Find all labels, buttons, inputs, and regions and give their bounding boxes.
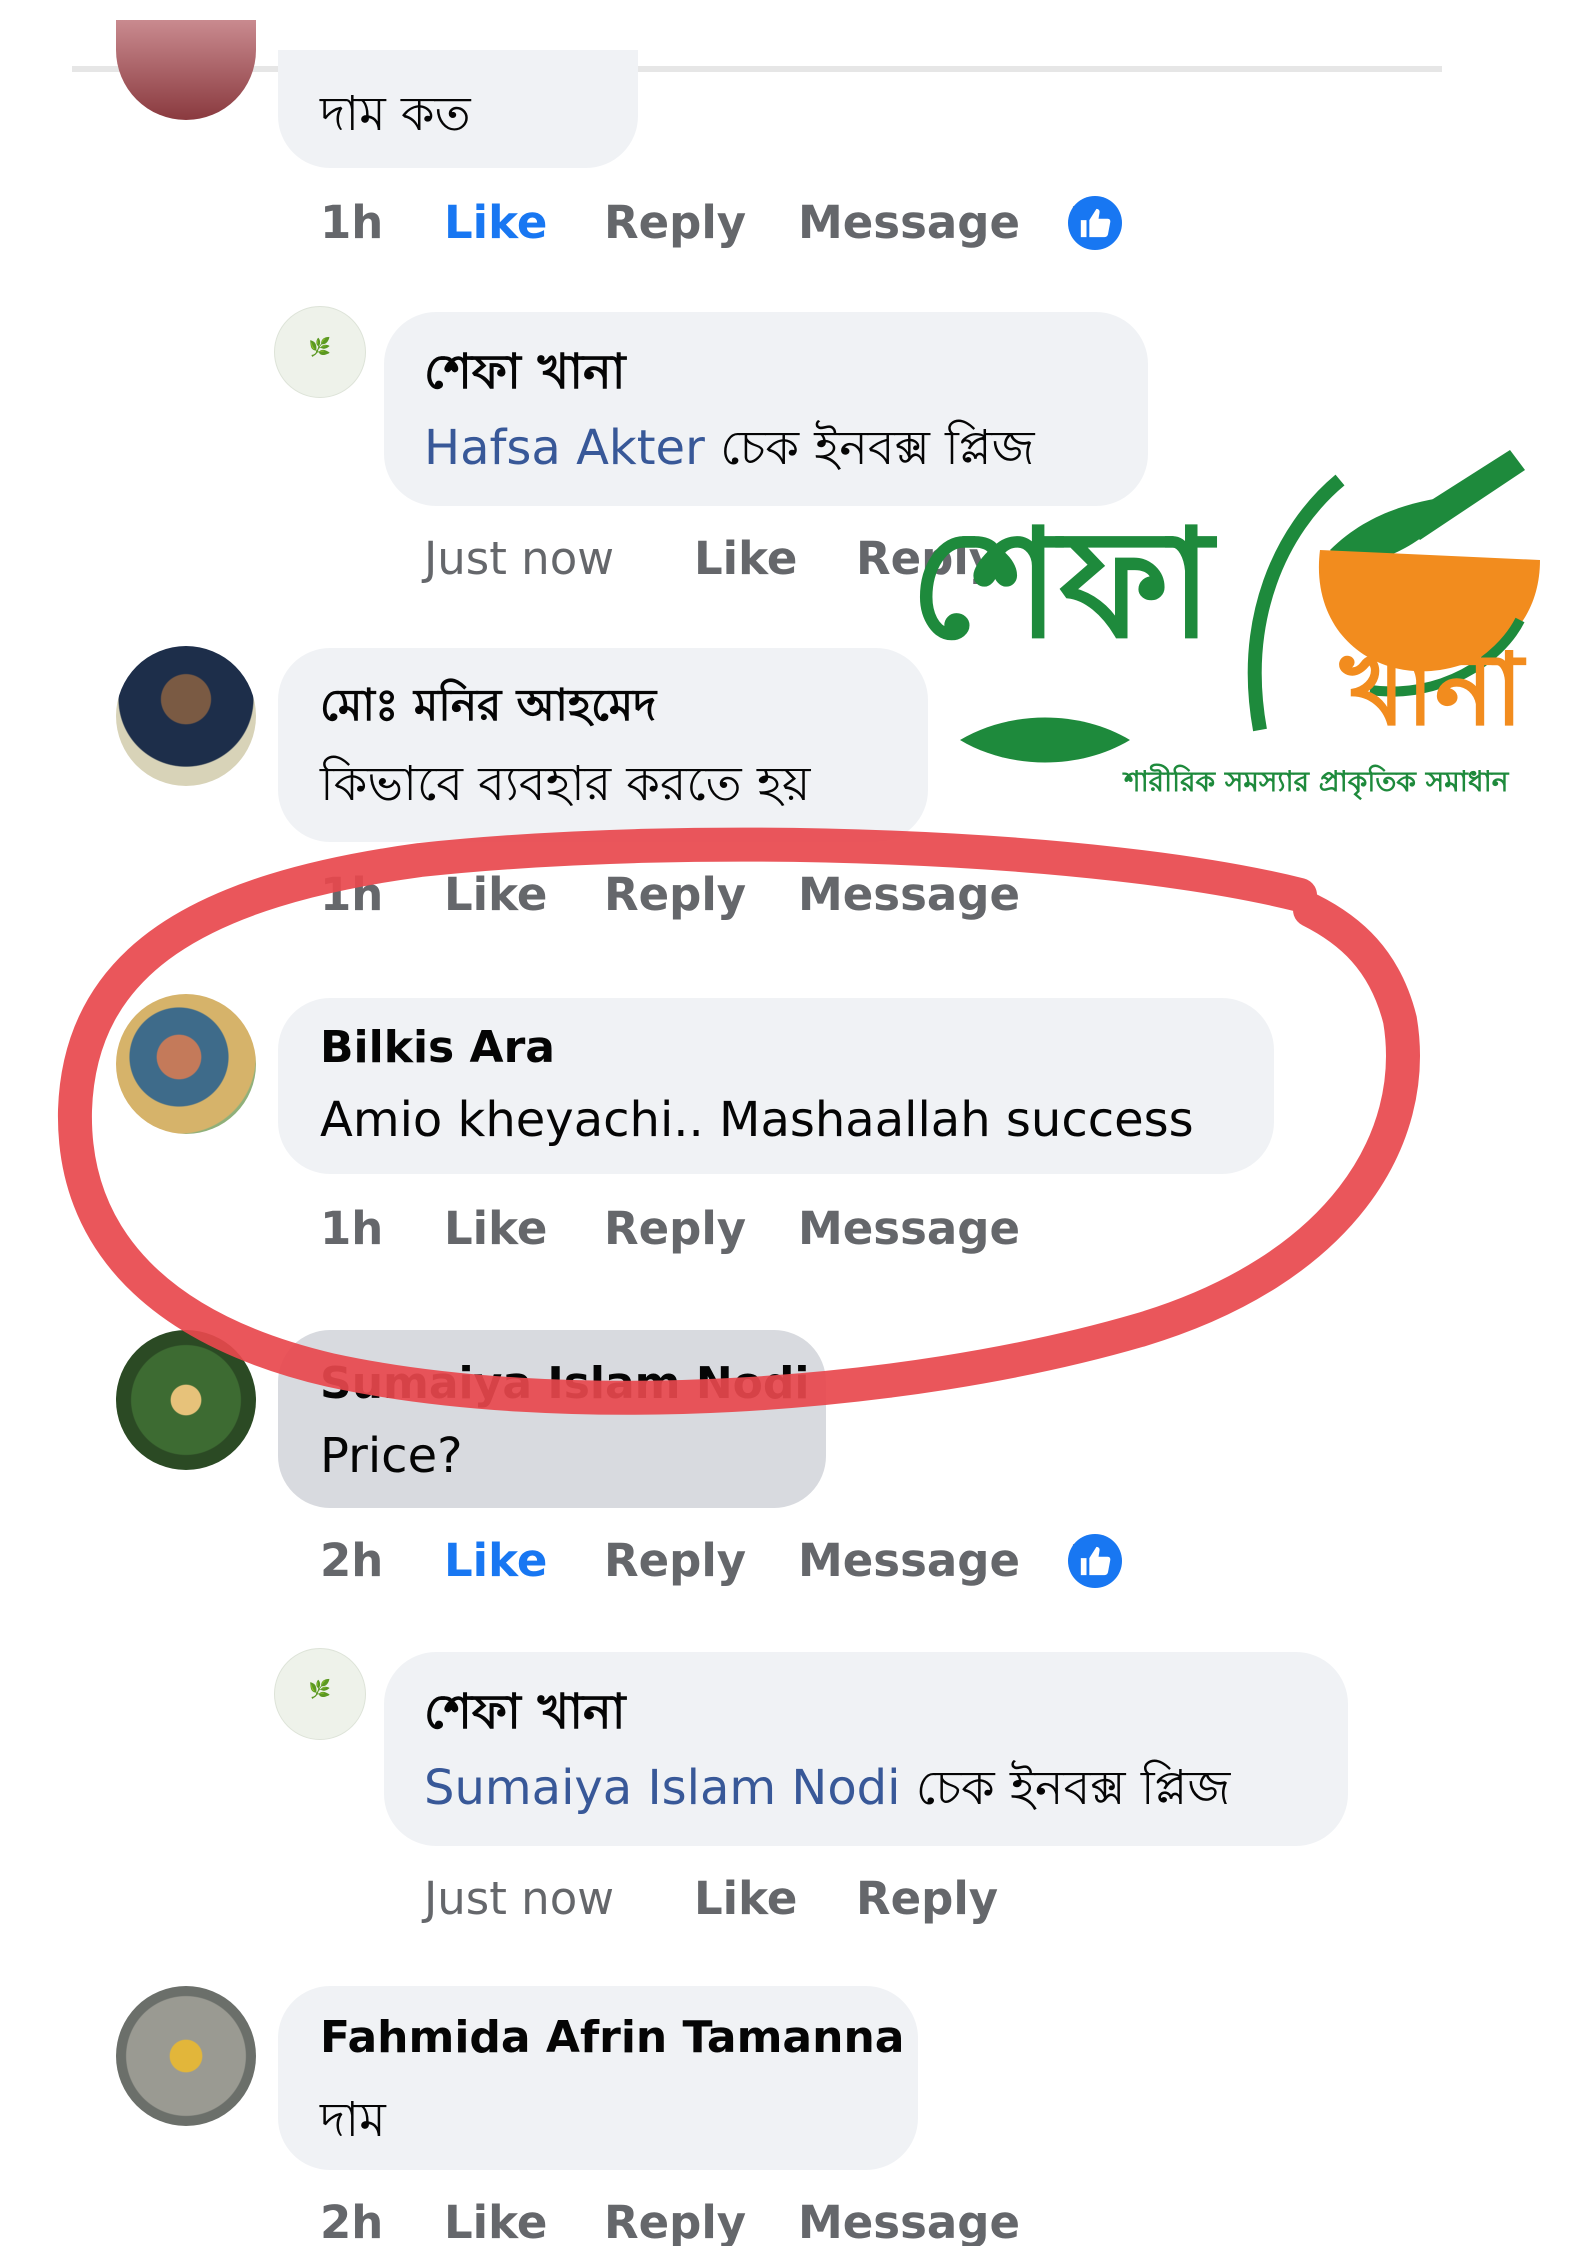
avatar[interactable] (116, 994, 256, 1134)
like-count[interactable]: 1 (1068, 1534, 1122, 1588)
reply-button[interactable]: Reply (856, 1872, 998, 1925)
page-avatar[interactable]: 🌿 (274, 1648, 366, 1740)
comment-time: 1h (320, 1202, 384, 1255)
reply-button[interactable]: Reply (604, 196, 746, 249)
comment-text: কিভাবে ব্যবহার করতে হয় (320, 756, 811, 812)
avatar[interactable] (116, 646, 256, 786)
like-button[interactable]: Like (444, 1534, 547, 1587)
comment-time: 1h (320, 196, 384, 249)
like-thumb-icon (1068, 1534, 1122, 1588)
reply-button[interactable]: Reply (604, 1202, 746, 1255)
mention-link[interactable]: Sumaiya Islam Nodi (424, 1760, 900, 1816)
comment-actions: 1h Like Reply Message 1 (320, 196, 1220, 256)
brand-tagline: শারীরিক সমস্যার প্রাকৃতিক সমাধান (1124, 765, 1509, 798)
like-button[interactable]: Like (694, 532, 797, 585)
like-button[interactable]: Like (444, 2196, 547, 2246)
comment-actions: 1h Like Reply Message (320, 1202, 1220, 1262)
page-avatar-logo: 🌿 (308, 1679, 332, 1700)
message-button[interactable]: Message (798, 868, 1020, 921)
comment-author[interactable]: Fahmida Afrin Tamanna (320, 2012, 904, 2063)
page-avatar-logo: 🌿 (308, 337, 332, 358)
comment-author[interactable]: শেফা খানা (424, 336, 626, 415)
brand-watermark-logo: শেফা খানা শারীরিক সমস্যার প্রাকৃতিক সমাধ… (900, 440, 1560, 820)
reply-button[interactable]: Reply (604, 1534, 746, 1587)
like-thumb-icon (1068, 196, 1122, 250)
comment-text: দাম কত (320, 86, 471, 142)
like-button[interactable]: Like (444, 1202, 547, 1255)
avatar[interactable] (116, 20, 256, 120)
comment-actions: Just now Like Reply (424, 1872, 1124, 1932)
brand-name-line2: খানা (1340, 631, 1524, 748)
like-count[interactable]: 1 (1068, 196, 1122, 250)
comment-text: Price? (320, 1428, 463, 1484)
like-button[interactable]: Like (444, 868, 547, 921)
comment-actions: 2h Like Reply Message 1 (320, 1534, 1220, 1594)
comment-text: Amio kheyachi.. Mashaallah success (320, 1092, 1194, 1148)
page-avatar[interactable]: 🌿 (274, 306, 366, 398)
mention-link[interactable]: Hafsa Akter (424, 420, 705, 476)
like-button[interactable]: Like (694, 1872, 797, 1925)
brand-name-line1: শেফা (910, 498, 1213, 672)
comment-author[interactable]: মোঃ মনির আহমেদ (320, 672, 656, 745)
comment-author[interactable]: শেফা খানা (424, 1676, 626, 1755)
message-button[interactable]: Message (798, 2196, 1020, 2246)
comment-text-body: চেক ইনবক্স প্লিজ (915, 1760, 1231, 1816)
comment-time: 1h (320, 868, 384, 921)
comment-time: 2h (320, 2196, 384, 2246)
message-button[interactable]: Message (798, 1534, 1020, 1587)
reply-button[interactable]: Reply (604, 2196, 746, 2246)
message-button[interactable]: Message (798, 196, 1020, 249)
comment-actions: 2h Like Reply Message (320, 2196, 1220, 2246)
comment-author[interactable]: Sumaiya Islam Nodi (320, 1358, 809, 1409)
comment-text: Sumaiya Islam Nodi চেক ইনবক্স প্লিজ (424, 1752, 1230, 1831)
comment-text: দাম (320, 2092, 386, 2148)
avatar[interactable] (116, 1986, 256, 2126)
comment-time: 2h (320, 1534, 384, 1587)
message-button[interactable]: Message (798, 1202, 1020, 1255)
reply-button[interactable]: Reply (604, 868, 746, 921)
comment-time: Just now (424, 1872, 615, 1925)
avatar[interactable] (116, 1330, 256, 1470)
like-button[interactable]: Like (444, 196, 547, 249)
comment-actions: 1h Like Reply Message (320, 868, 1220, 928)
comment-time: Just now (424, 532, 615, 585)
comment-author[interactable]: Bilkis Ara (320, 1022, 555, 1073)
